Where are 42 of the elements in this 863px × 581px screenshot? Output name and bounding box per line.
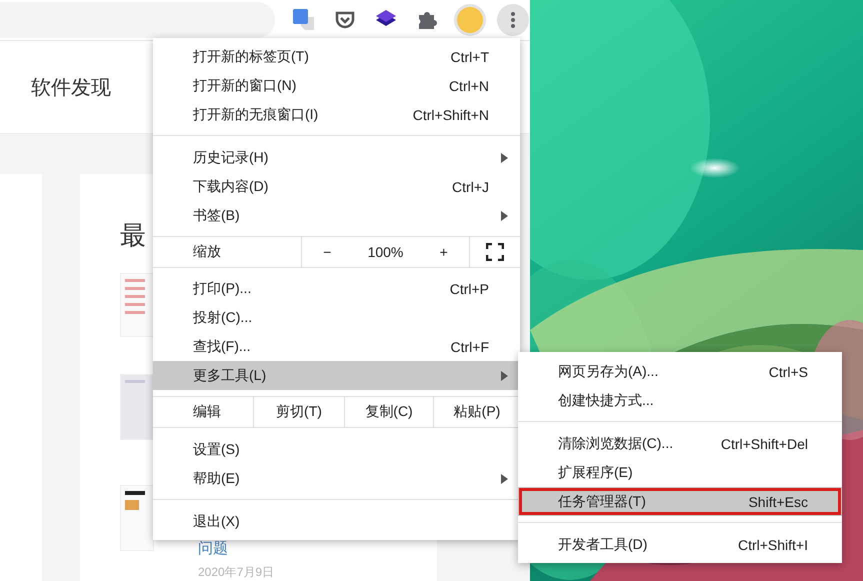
edit-button[interactable]: 剪切(T) bbox=[253, 397, 344, 427]
menu-item[interactable]: 打开新的标签页(T) Ctrl+T bbox=[153, 42, 520, 71]
pocket-icon[interactable] bbox=[335, 11, 355, 30]
zoom-label: 缩放 bbox=[192, 243, 222, 261]
menu-item[interactable]: 退出(X) bbox=[153, 507, 520, 536]
zoom-level: 100% bbox=[368, 244, 404, 260]
menu-item[interactable]: 帮助(E) bbox=[153, 464, 520, 493]
menu-item[interactable]: 书签(B) bbox=[153, 201, 520, 230]
menu-item[interactable]: 创建快捷方式... bbox=[518, 386, 842, 415]
menu-item[interactable]: 设置(S) bbox=[153, 435, 520, 464]
menu-item[interactable]: 扩展程序(E) bbox=[518, 458, 842, 487]
article-date: 2020年7月9日 bbox=[198, 564, 274, 581]
nav-title[interactable]: 软件发现 bbox=[31, 74, 111, 101]
menu-item[interactable]: 打印(P)... Ctrl+P bbox=[153, 274, 520, 303]
menu-icon bbox=[511, 12, 515, 28]
submenu-arrow-icon bbox=[501, 474, 508, 484]
menu-item[interactable]: 开发者工具(D) Ctrl+Shift+I bbox=[518, 530, 842, 559]
article-thumbnail[interactable] bbox=[120, 273, 154, 337]
menu-item[interactable]: 投射(C)... bbox=[153, 303, 520, 332]
puzzle-icon[interactable] bbox=[417, 10, 437, 30]
article-link[interactable]: 问题 bbox=[198, 539, 274, 558]
menu-item[interactable]: 网页另存为(A)... Ctrl+S bbox=[518, 357, 842, 386]
menu-item[interactable]: 查找(F)... Ctrl+F bbox=[153, 332, 520, 361]
submenu-arrow-icon bbox=[501, 210, 508, 220]
zoom-in-button[interactable]: + bbox=[434, 239, 454, 265]
zoom-out-button[interactable]: − bbox=[317, 239, 338, 265]
submenu-arrow-icon bbox=[501, 370, 508, 380]
menu-item[interactable]: 清除浏览数据(C)... Ctrl+Shift+Del bbox=[518, 429, 842, 458]
submenu-arrow-icon bbox=[501, 152, 508, 162]
fullscreen-icon bbox=[486, 243, 504, 261]
edit-label: 编辑 bbox=[192, 403, 222, 421]
menu-button[interactable] bbox=[497, 4, 529, 36]
menu-item[interactable]: 更多工具(L) bbox=[153, 361, 520, 390]
article-thumbnail[interactable] bbox=[120, 374, 154, 440]
menu-item[interactable]: 打开新的窗口(N) Ctrl+N bbox=[153, 71, 520, 100]
menu-item[interactable]: 任务管理器(T) Shift+Esc bbox=[518, 487, 842, 516]
edit-button[interactable]: 复制(C) bbox=[344, 397, 433, 427]
menu-item[interactable]: 下载内容(D) Ctrl+J bbox=[153, 172, 520, 201]
menu-item[interactable]: 历史记录(H) bbox=[153, 143, 520, 172]
section-heading: 最 bbox=[120, 219, 146, 252]
menu-item[interactable]: 打开新的无痕窗口(I) Ctrl+Shift+N bbox=[153, 100, 520, 129]
article-thumbnail[interactable] bbox=[120, 485, 154, 551]
